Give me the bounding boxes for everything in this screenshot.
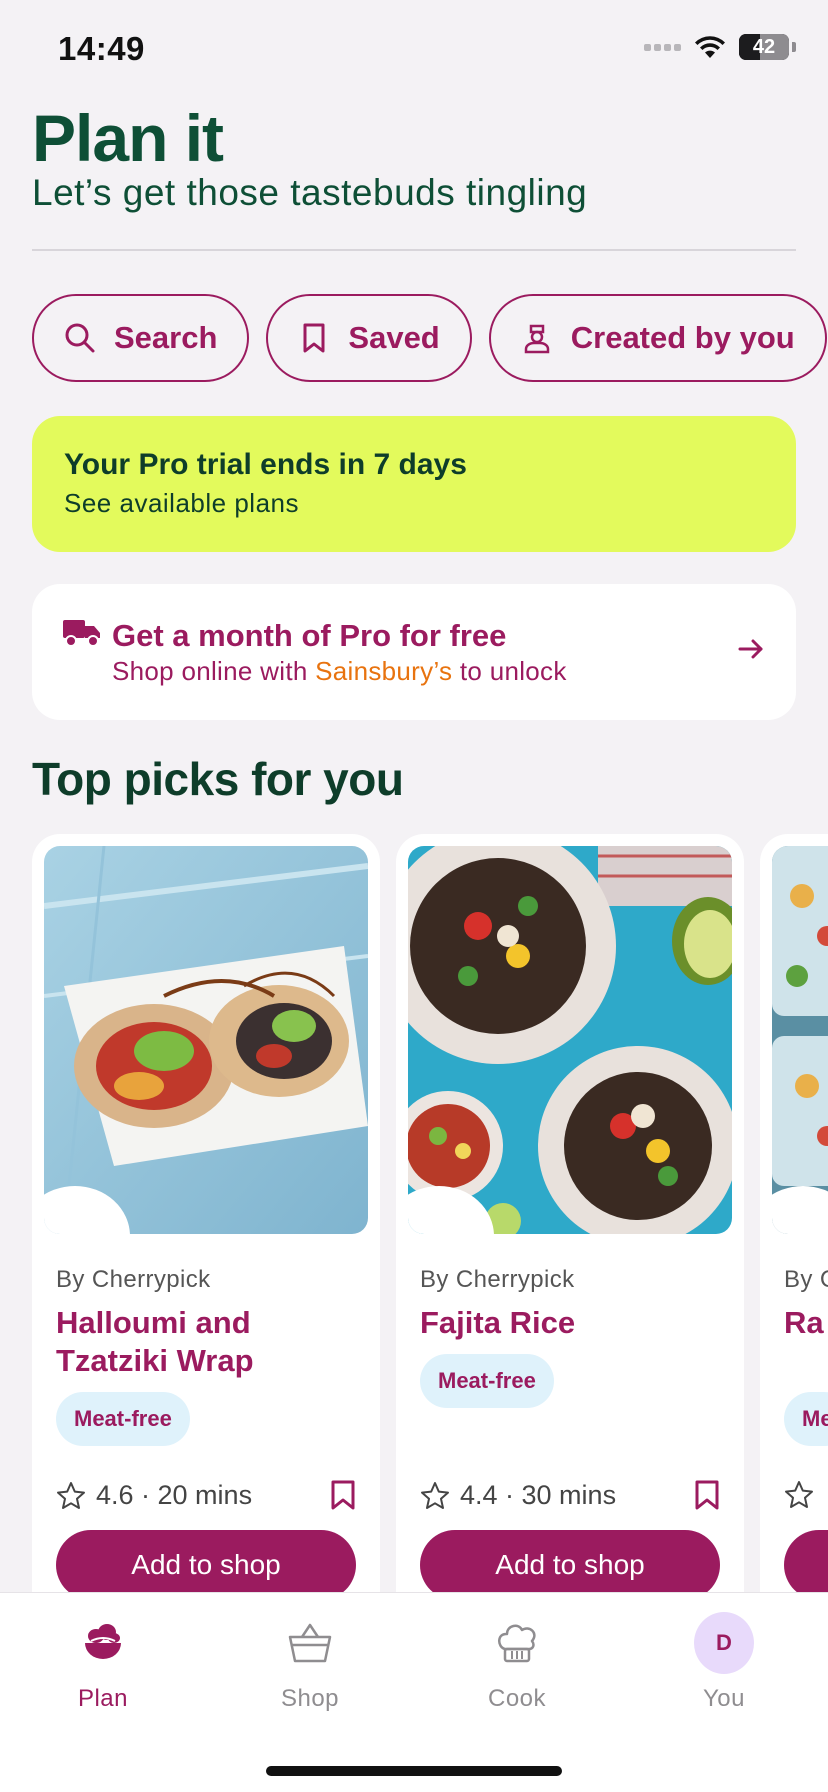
recipe-image xyxy=(44,846,368,1234)
recipe-author: By C xyxy=(784,1266,828,1293)
search-chip-label: Search xyxy=(114,320,218,355)
page-subtitle: Let’s get those tastebuds tingling xyxy=(32,172,588,213)
bottom-tab-bar: Plan Shop Cook D You xyxy=(0,1592,828,1792)
recipe-image xyxy=(408,846,732,1234)
recipe-image-wrap xyxy=(772,846,828,1234)
battery-level: 42 xyxy=(752,35,776,58)
recipe-author: By Cherrypick xyxy=(420,1266,575,1293)
chef-icon xyxy=(524,324,549,354)
recipe-image-wrap xyxy=(408,846,732,1234)
section-title: Top picks for you xyxy=(32,753,404,805)
recipe-card[interactable]: By Cherrypick Halloumi and Tzatziki Wrap… xyxy=(32,834,380,1634)
tab-you-label: You xyxy=(703,1685,745,1712)
recipe-image-wrap xyxy=(44,846,368,1234)
plan-bowl-icon xyxy=(73,1613,133,1673)
status-time: 14:49 xyxy=(58,30,145,67)
cellular-signal-icon xyxy=(644,43,681,51)
status-indicators: 42 xyxy=(644,34,796,60)
page-title: Plan it xyxy=(32,101,224,175)
add-to-shop-button[interactable]: Add to shop xyxy=(420,1530,720,1600)
trial-title: Your Pro trial ends in 7 days xyxy=(64,448,467,481)
pro-promo-card[interactable]: Get a month of Pro for free Shop online … xyxy=(32,584,796,720)
tab-cook-label: Cook xyxy=(487,1685,547,1712)
recipe-meta: 4.6 · 20 mins xyxy=(56,1480,252,1511)
saved-chip-label: Saved xyxy=(348,320,440,355)
bookmark-icon xyxy=(303,323,325,353)
search-icon xyxy=(65,323,95,353)
add-to-shop-button[interactable]: Add to shop xyxy=(56,1530,356,1600)
recipe-card[interactable]: By Cherrypick Fajita Rice Meat-free 4.4 … xyxy=(396,834,744,1634)
header-divider xyxy=(32,249,796,251)
recipe-meta: 4.4 · 30 mins xyxy=(420,1480,616,1511)
image-notch xyxy=(772,1186,828,1234)
recipe-card[interactable]: By C Ra Sal Me xyxy=(760,834,828,1634)
add-to-shop-button[interactable] xyxy=(784,1530,828,1600)
basket-icon xyxy=(280,1613,340,1673)
wifi-icon xyxy=(695,36,725,58)
delivery-truck-icon xyxy=(63,620,100,647)
star-icon xyxy=(421,1481,449,1509)
diet-tag: Meat-free xyxy=(56,1392,190,1446)
trial-subtitle: See available plans xyxy=(64,488,299,518)
sainsburys-brand: Sainsbury’s xyxy=(315,656,453,686)
rating-and-time: 4.4 · 30 mins xyxy=(460,1480,617,1510)
filter-chips: Search Saved Created by you xyxy=(32,294,827,382)
promo-sub-before: Shop online with xyxy=(112,656,316,686)
tab-shop[interactable]: Shop xyxy=(240,1613,380,1713)
recipe-meta xyxy=(784,1480,824,1510)
tab-shop-label: Shop xyxy=(280,1685,340,1712)
pro-trial-banner[interactable]: Your Pro trial ends in 7 days See availa… xyxy=(32,416,796,552)
star-icon xyxy=(57,1481,85,1509)
promo-sub-after: to unlock xyxy=(452,656,567,686)
arrow-right-icon xyxy=(738,639,763,659)
avatar: D xyxy=(694,1612,754,1674)
avatar-wrap: D xyxy=(694,1612,754,1674)
chef-hat-icon xyxy=(487,1613,547,1673)
tab-you[interactable]: D You xyxy=(654,1612,794,1713)
tab-plan-label: Plan xyxy=(77,1685,129,1712)
created-chip-label: Created by you xyxy=(570,320,795,355)
promo-subtitle: Shop online with Sainsbury’s to unlock xyxy=(112,656,567,687)
battery-icon: 42 xyxy=(739,34,789,60)
search-chip[interactable]: Search xyxy=(32,294,250,382)
promo-title: Get a month of Pro for free xyxy=(112,618,507,653)
recipe-title[interactable]: Ra Sal xyxy=(784,1304,828,1342)
diet-tag: Me xyxy=(784,1392,828,1446)
recipe-image xyxy=(772,846,828,1234)
recipe-title[interactable]: Halloumi and Tzatziki Wrap xyxy=(56,1304,356,1380)
battery-cap xyxy=(792,42,796,52)
bookmark-icon[interactable] xyxy=(330,1480,356,1510)
tab-cook[interactable]: Cook xyxy=(447,1613,587,1713)
recipe-title[interactable]: Fajita Rice xyxy=(420,1304,720,1342)
bookmark-icon[interactable] xyxy=(694,1480,720,1510)
saved-chip[interactable]: Saved xyxy=(266,294,472,382)
diet-tag: Meat-free xyxy=(420,1354,554,1408)
recipe-author: By Cherrypick xyxy=(56,1266,211,1293)
home-indicator[interactable] xyxy=(266,1766,562,1776)
plan-screen: 14:49 42 Plan it Let’s get those tastebu… xyxy=(0,0,828,1792)
tab-plan[interactable]: Plan xyxy=(33,1613,173,1713)
rating-and-time: 4.6 · 20 mins xyxy=(96,1480,253,1510)
star-icon xyxy=(785,1481,813,1508)
created-by-you-chip[interactable]: Created by you xyxy=(488,294,827,382)
